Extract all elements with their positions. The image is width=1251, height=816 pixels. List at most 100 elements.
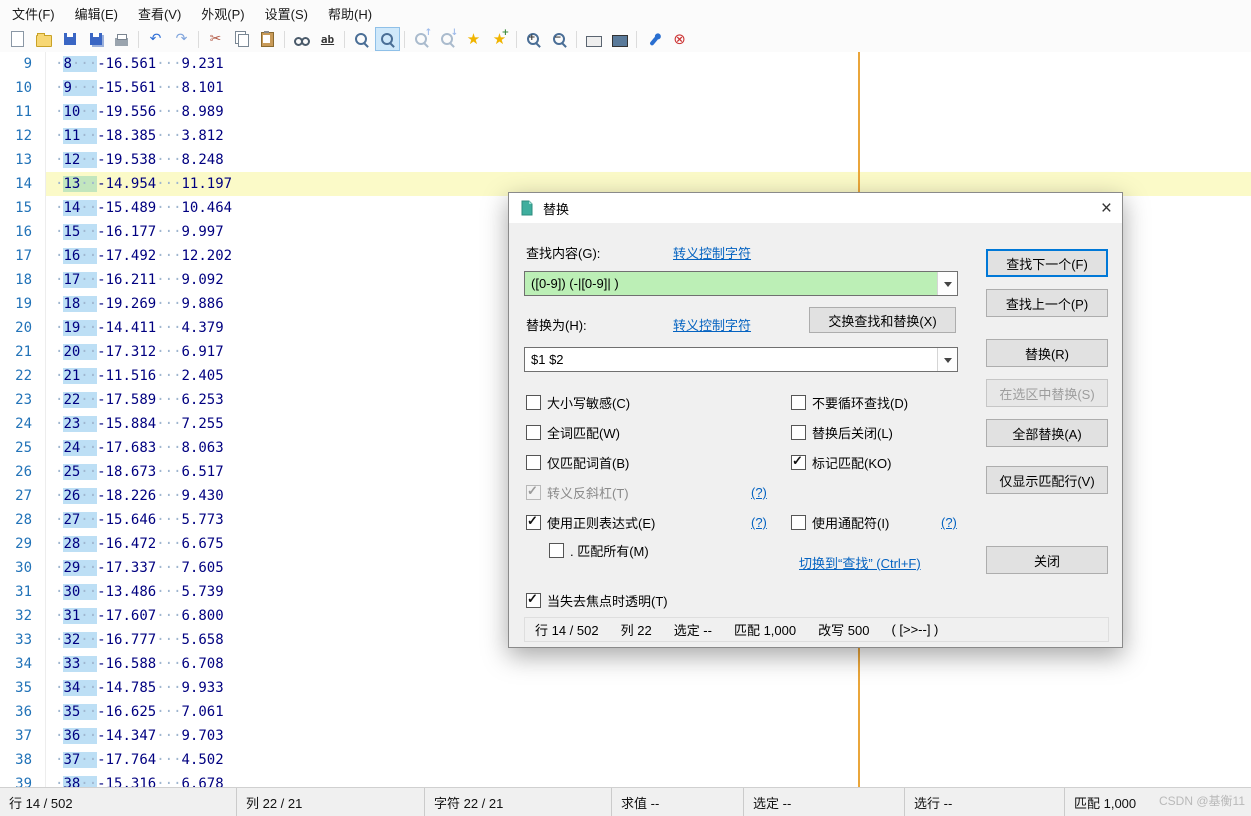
- escape-control-chars-link-find[interactable]: 转义控制字符: [673, 243, 751, 262]
- escape-backslash-help-link[interactable]: (?): [751, 485, 767, 500]
- replace-label: 替换为(H):: [526, 318, 587, 333]
- close-icon[interactable]: ×: [1086, 199, 1112, 218]
- undo-icon[interactable]: ↶: [143, 27, 168, 51]
- match-highlight: 22··: [63, 392, 98, 408]
- zoom-in-icon[interactable]: +: [521, 27, 546, 51]
- highlight-search-icon[interactable]: [375, 27, 400, 51]
- status-segment: 选定 --: [744, 788, 905, 816]
- replace-combobox[interactable]: [524, 347, 958, 372]
- checkbox-box[interactable]: [526, 591, 541, 608]
- menu-file[interactable]: 文件(F): [2, 0, 65, 27]
- editor-line[interactable]: ·36··-14.347···9.703: [46, 724, 1251, 748]
- show-matched-lines-button[interactable]: 仅显示匹配行(V): [986, 466, 1108, 494]
- switch-to-find-link[interactable]: 切换到“查找” (Ctrl+F): [799, 553, 921, 572]
- checkbox-box[interactable]: [526, 425, 541, 440]
- checkbox-match-case[interactable]: 大小写敏感(C): [526, 393, 630, 412]
- replace-button[interactable]: 替换(R): [986, 339, 1108, 367]
- menu-appearance[interactable]: 外观(P): [191, 0, 254, 27]
- find-next-icon[interactable]: ↓: [435, 27, 460, 51]
- save-all-icon[interactable]: [83, 27, 108, 51]
- checkbox-use-wildcards[interactable]: 使用通配符(I): [791, 513, 889, 532]
- regex-help-link[interactable]: (?): [751, 515, 767, 530]
- checkbox-dot-matches-all[interactable]: . 匹配所有(M): [549, 541, 649, 560]
- find-next-button[interactable]: 查找下一个(F): [986, 249, 1108, 277]
- match-highlight: 24··: [63, 440, 98, 456]
- editor-line[interactable]: ·33··-16.588···6.708: [46, 652, 1251, 676]
- find-previous-button[interactable]: 查找上一个(P): [986, 289, 1108, 317]
- editor-row: 38·37··-17.764···4.502: [0, 748, 1251, 772]
- open-file-icon[interactable]: [31, 27, 56, 51]
- fullscreen-icon[interactable]: [607, 27, 632, 51]
- wildcard-help-link[interactable]: (?): [941, 515, 957, 530]
- menu-view[interactable]: 查看(V): [128, 0, 191, 27]
- dialog-titlebar[interactable]: 替换 ×: [509, 193, 1122, 223]
- editor-line[interactable]: ·37··-17.764···4.502: [46, 748, 1251, 772]
- checkbox-mark-matches[interactable]: 标记匹配(KO): [791, 453, 891, 472]
- editor-line[interactable]: ·11··-18.385···3.812: [46, 124, 1251, 148]
- replace-all-button[interactable]: 全部替换(A): [986, 419, 1108, 447]
- find-input[interactable]: [525, 272, 937, 295]
- copy-icon[interactable]: [229, 27, 254, 51]
- editor-line[interactable]: ·9···-15.561···8.101: [46, 76, 1251, 100]
- paste-icon[interactable]: [255, 27, 280, 51]
- checkbox-transparent-on-blur[interactable]: 当失去焦点时透明(T): [526, 591, 668, 610]
- dialog-status-item: 行 14 / 502: [535, 623, 599, 638]
- checkbox-whole-word[interactable]: 全词匹配(W): [526, 423, 620, 442]
- editor-line[interactable]: ·34··-14.785···9.933: [46, 676, 1251, 700]
- checkbox-word-start[interactable]: 仅匹配词首(B): [526, 453, 629, 472]
- checkbox-box[interactable]: [549, 543, 564, 558]
- checkbox-label: 替换后关闭(L): [812, 426, 893, 441]
- checkbox-box[interactable]: [526, 483, 541, 500]
- checkbox-box[interactable]: [791, 395, 806, 410]
- replace-in-selection-button[interactable]: 在选区中替换(S): [986, 379, 1108, 407]
- add-bookmark-icon[interactable]: ★ +: [487, 27, 512, 51]
- checkbox-box[interactable]: [791, 453, 806, 470]
- match-highlight: 37··: [63, 752, 98, 768]
- menu-settings[interactable]: 设置(S): [255, 0, 318, 27]
- editor-line[interactable]: ·38··-15.316···6.678: [46, 772, 1251, 788]
- pin-icon[interactable]: [641, 27, 666, 51]
- replace-dropdown-icon[interactable]: [937, 348, 957, 371]
- toolbar-separator: [404, 30, 405, 48]
- checkbox-box[interactable]: [526, 395, 541, 410]
- checkbox-escape-backslash[interactable]: 转义反斜杠(T): [526, 483, 629, 502]
- checkbox-box[interactable]: [791, 425, 806, 440]
- replace-input[interactable]: [525, 348, 937, 371]
- save-icon[interactable]: [57, 27, 82, 51]
- checkbox-box[interactable]: [791, 515, 806, 530]
- match-highlight: 28··: [63, 536, 98, 552]
- toolbar: ↶ ↷ ✂ ab ↑ ↓ ★ ★ + + − ⊗: [0, 26, 1251, 53]
- menu-help[interactable]: 帮助(H): [318, 0, 382, 27]
- close-button[interactable]: 关闭: [986, 546, 1108, 574]
- checkbox-use-regex[interactable]: 使用正则表达式(E): [526, 513, 655, 532]
- find-icon[interactable]: [289, 27, 314, 51]
- editor-line[interactable]: ·35··-16.625···7.061: [46, 700, 1251, 724]
- line-number: 28: [0, 508, 46, 532]
- find-combobox[interactable]: [524, 271, 958, 296]
- checkbox-label: 标记匹配(KO): [812, 456, 892, 471]
- match-highlight: 30··: [63, 584, 98, 600]
- zoom-out-icon[interactable]: −: [547, 27, 572, 51]
- replace-icon[interactable]: ab: [315, 27, 340, 51]
- checkbox-box[interactable]: [526, 513, 541, 530]
- find-in-files-icon[interactable]: [349, 27, 374, 51]
- escape-control-chars-link-replace[interactable]: 转义控制字符: [673, 315, 751, 334]
- editor-line[interactable]: ·12··-19.538···8.248: [46, 148, 1251, 172]
- checkbox-close-on-replace[interactable]: 替换后关闭(L): [791, 423, 893, 442]
- print-icon[interactable]: [109, 27, 134, 51]
- bookmark-icon[interactable]: ★: [461, 27, 486, 51]
- editor-line[interactable]: ·10··-19.556···8.989: [46, 100, 1251, 124]
- find-previous-icon[interactable]: ↑: [409, 27, 434, 51]
- checkbox-no-wrap-search[interactable]: 不要循环查找(D): [791, 393, 908, 412]
- stop-icon[interactable]: ⊗: [667, 27, 692, 51]
- redo-icon[interactable]: ↷: [169, 27, 194, 51]
- find-dropdown-icon[interactable]: [937, 272, 957, 295]
- new-file-icon[interactable]: [5, 27, 30, 51]
- match-highlight: 15··: [63, 224, 98, 240]
- character-map-icon[interactable]: [581, 27, 606, 51]
- menu-edit[interactable]: 编辑(E): [65, 0, 128, 27]
- checkbox-box[interactable]: [526, 455, 541, 470]
- swap-find-replace-button[interactable]: 交换查找和替换(X): [809, 307, 956, 333]
- cut-icon[interactable]: ✂: [203, 27, 228, 51]
- editor-line[interactable]: ·8···-16.561···9.231: [46, 52, 1251, 76]
